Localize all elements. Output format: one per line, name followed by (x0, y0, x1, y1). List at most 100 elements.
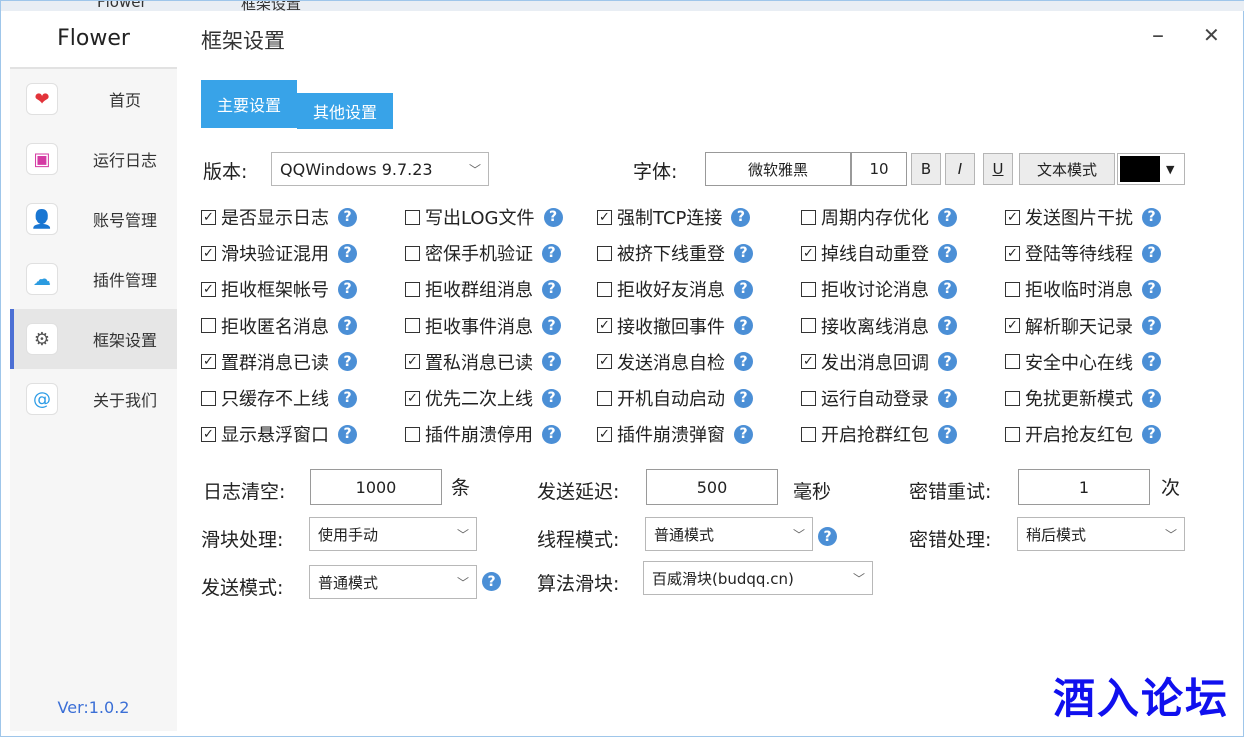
help-icon[interactable]: ? (938, 279, 957, 299)
color-picker[interactable]: ▼ (1117, 153, 1185, 185)
checkbox-checked[interactable]: ✓ (201, 209, 216, 225)
option-checkbox[interactable]: 插件崩溃停用? (405, 421, 561, 447)
checkbox-unchecked[interactable] (405, 209, 420, 225)
option-checkbox[interactable]: 运行自动登录? (801, 385, 957, 411)
help-icon[interactable]: ? (938, 388, 957, 408)
option-checkbox[interactable]: ✓ 插件崩溃弹窗? (597, 421, 753, 447)
checkbox-checked[interactable]: ✓ (1005, 245, 1020, 261)
checkbox-checked[interactable]: ✓ (1005, 209, 1020, 225)
option-checkbox[interactable]: ✓ 置私消息已读? (405, 349, 561, 375)
checkbox-unchecked[interactable] (801, 318, 816, 334)
thread-mode-help-icon[interactable]: ? (818, 527, 837, 546)
option-checkbox[interactable]: ✓ 强制TCP连接? (597, 204, 751, 230)
option-checkbox[interactable]: 拒收事件消息? (405, 313, 561, 339)
help-icon[interactable]: ? (338, 243, 357, 263)
log-clear-input[interactable]: 1000 (310, 469, 442, 505)
checkbox-unchecked[interactable] (405, 426, 420, 442)
option-checkbox[interactable]: ✓ 置群消息已读? (201, 349, 357, 375)
help-icon[interactable]: ? (1142, 279, 1161, 299)
option-checkbox[interactable]: ✓ 显示悬浮窗口? (201, 421, 357, 447)
help-icon[interactable]: ? (734, 243, 753, 263)
slider-handling-select[interactable]: 使用手动 ﹀ (309, 517, 477, 551)
help-icon[interactable]: ? (734, 352, 753, 372)
checkbox-unchecked[interactable] (1005, 426, 1020, 442)
checkbox-unchecked[interactable] (597, 390, 612, 406)
sidebar-item-4[interactable]: ⚙ 框架设置 (10, 309, 177, 369)
help-icon[interactable]: ? (731, 207, 751, 227)
font-name-field[interactable]: 微软雅黑 (705, 152, 851, 186)
help-icon[interactable]: ? (938, 243, 957, 263)
option-checkbox[interactable]: ✓ 发出消息回调? (801, 349, 957, 375)
italic-button[interactable]: I (945, 153, 975, 185)
option-checkbox[interactable]: 拒收群组消息? (405, 276, 561, 302)
close-button[interactable]: ✕ (1203, 23, 1220, 47)
underline-button[interactable]: U (983, 153, 1013, 185)
checkbox-checked[interactable]: ✓ (201, 245, 216, 261)
help-icon[interactable]: ? (338, 352, 357, 372)
checkbox-unchecked[interactable] (1005, 281, 1020, 297)
option-checkbox[interactable]: 开机自动启动? (597, 385, 753, 411)
option-checkbox[interactable]: 只缓存不上线? (201, 385, 357, 411)
option-checkbox[interactable]: 拒收临时消息? (1005, 276, 1161, 302)
option-checkbox[interactable]: 拒收匿名消息? (201, 313, 357, 339)
help-icon[interactable]: ? (338, 207, 357, 227)
checkbox-unchecked[interactable] (201, 390, 216, 406)
option-checkbox[interactable]: ✓ 是否显示日志? (201, 204, 357, 230)
option-checkbox[interactable]: ✓ 接收撤回事件? (597, 313, 753, 339)
minimize-button[interactable]: – (1152, 21, 1164, 49)
help-icon[interactable]: ? (542, 243, 561, 263)
option-checkbox[interactable]: 周期内存优化? (801, 204, 957, 230)
checkbox-unchecked[interactable] (201, 318, 216, 334)
sidebar-item-0[interactable]: ❤ 首页 (10, 69, 177, 129)
sidebar-item-2[interactable]: 👤 账号管理 (10, 189, 177, 249)
option-checkbox[interactable]: ✓ 登陆等待线程? (1005, 240, 1161, 266)
option-checkbox[interactable]: 开启抢群红包? (801, 421, 957, 447)
help-icon[interactable]: ? (1142, 316, 1161, 336)
help-icon[interactable]: ? (543, 207, 563, 227)
option-checkbox[interactable]: ✓ 掉线自动重登? (801, 240, 957, 266)
help-icon[interactable]: ? (938, 316, 957, 336)
checkbox-checked[interactable]: ✓ (1005, 318, 1020, 334)
help-icon[interactable]: ? (734, 279, 753, 299)
sidebar-item-1[interactable]: ▣ 运行日志 (10, 129, 177, 189)
checkbox-checked[interactable]: ✓ (201, 426, 216, 442)
checkbox-checked[interactable]: ✓ (201, 281, 216, 297)
help-icon[interactable]: ? (1142, 352, 1161, 372)
bold-button[interactable]: B (911, 153, 941, 185)
checkbox-unchecked[interactable] (1005, 354, 1020, 370)
help-icon[interactable]: ? (938, 352, 957, 372)
checkbox-checked[interactable]: ✓ (405, 354, 420, 370)
checkbox-checked[interactable]: ✓ (597, 209, 612, 225)
help-icon[interactable]: ? (734, 388, 753, 408)
option-checkbox[interactable]: ✓ 滑块验证混用? (201, 240, 357, 266)
send-delay-input[interactable]: 500 (646, 469, 778, 505)
algo-slider-select[interactable]: 百威滑块(budqq.cn) ﹀ (643, 561, 873, 595)
checkbox-checked[interactable]: ✓ (597, 354, 612, 370)
tab-main-settings[interactable]: 主要设置 (201, 80, 297, 128)
tab-other-settings[interactable]: 其他设置 (297, 93, 393, 129)
sidebar-item-3[interactable]: ☁ 插件管理 (10, 249, 177, 309)
option-checkbox[interactable]: ✓ 解析聊天记录? (1005, 313, 1161, 339)
checkbox-checked[interactable]: ✓ (405, 390, 420, 406)
help-icon[interactable]: ? (542, 424, 561, 444)
pwd-retry-input[interactable]: 1 (1018, 469, 1150, 505)
option-checkbox[interactable]: ✓ 发送图片干扰? (1005, 204, 1161, 230)
help-icon[interactable]: ? (542, 316, 561, 336)
send-mode-select[interactable]: 普通模式 ﹀ (309, 565, 477, 599)
help-icon[interactable]: ? (1142, 424, 1161, 444)
option-checkbox[interactable]: 接收离线消息? (801, 313, 957, 339)
option-checkbox[interactable]: 免扰更新模式? (1005, 385, 1161, 411)
thread-mode-select[interactable]: 普通模式 ﹀ (645, 517, 813, 551)
checkbox-unchecked[interactable] (405, 281, 420, 297)
help-icon[interactable]: ? (734, 316, 753, 336)
option-checkbox[interactable]: ✓ 优先二次上线? (405, 385, 561, 411)
help-icon[interactable]: ? (338, 424, 357, 444)
send-mode-help-icon[interactable]: ? (482, 572, 501, 591)
checkbox-checked[interactable]: ✓ (801, 245, 816, 261)
checkbox-unchecked[interactable] (801, 426, 816, 442)
checkbox-checked[interactable]: ✓ (201, 354, 216, 370)
option-checkbox[interactable]: 密保手机验证? (405, 240, 561, 266)
checkbox-checked[interactable]: ✓ (597, 318, 612, 334)
help-icon[interactable]: ? (542, 352, 561, 372)
help-icon[interactable]: ? (938, 424, 957, 444)
